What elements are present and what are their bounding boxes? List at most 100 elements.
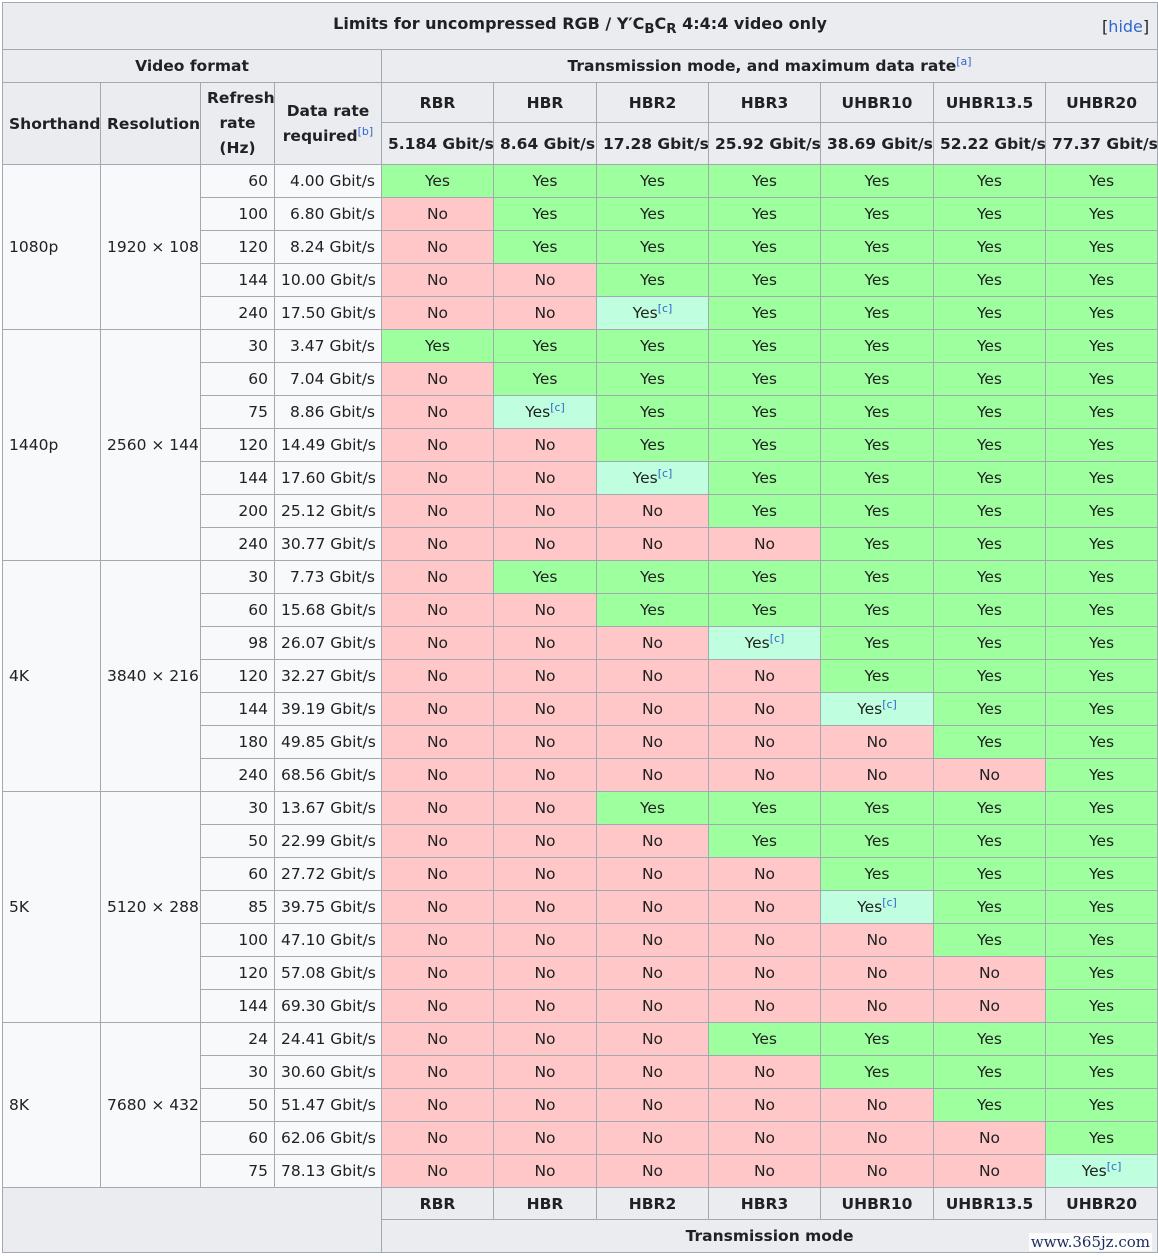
support-cell-no: No xyxy=(493,824,597,858)
footnote-c-link[interactable]: [c] xyxy=(1107,1160,1122,1173)
support-cell-no: No xyxy=(381,626,494,660)
support-cell-yes: Yes xyxy=(708,395,821,429)
data-rate-cell: 7.73 Gbit/s xyxy=(274,560,382,594)
format-resolution: 7680 × 4320 xyxy=(100,1022,201,1188)
support-cell-yes: Yes xyxy=(933,593,1046,627)
support-cell-no: No xyxy=(493,593,597,627)
header-transmission: Transmission mode, and maximum data rate… xyxy=(380,49,1158,83)
support-cell-yes: Yes xyxy=(933,329,1046,363)
footnote-a-link[interactable]: [a] xyxy=(956,55,971,68)
support-cell-yes: Yes xyxy=(708,296,821,330)
data-rate-cell: 51.47 Gbit/s xyxy=(274,1088,382,1122)
footnote-c-link[interactable]: [c] xyxy=(550,401,565,414)
support-cell-yes: Yes xyxy=(933,857,1046,891)
support-cell-yes: Yes xyxy=(708,329,821,363)
refresh-rate-cell: 240 xyxy=(200,527,275,561)
footer-mode-6: UHBR20 xyxy=(1044,1187,1158,1220)
refresh-rate-cell: 100 xyxy=(200,197,275,231)
support-cell-yes: Yes xyxy=(1044,197,1158,231)
support-cell-yes: Yes xyxy=(1044,989,1158,1023)
data-rate-cell: 26.07 Gbit/s xyxy=(274,626,382,660)
support-cell-no: No xyxy=(381,296,494,330)
support-cell-yes: Yes xyxy=(820,329,934,363)
support-cell-no: No xyxy=(493,857,597,891)
support-cell-yes: Yes xyxy=(1044,230,1158,264)
support-cell-no: No xyxy=(493,1154,597,1188)
footnote-c-link[interactable]: [c] xyxy=(770,632,785,645)
header-mode-rate-3: 25.92 Gbit/s xyxy=(708,122,821,165)
refresh-rate-cell: 24 xyxy=(200,1022,275,1056)
support-cell-no: No xyxy=(381,923,494,957)
hide-toggle[interactable]: [hide] xyxy=(1102,17,1149,36)
support-cell-no: No xyxy=(493,659,597,693)
support-cell-no: No xyxy=(708,956,821,990)
support-cell-no: No xyxy=(381,395,494,429)
support-cell-no: No xyxy=(381,362,494,396)
footnote-b-link[interactable]: [b] xyxy=(358,124,374,137)
support-cell-no: No xyxy=(493,692,597,726)
support-cell-yes: Yes xyxy=(1044,923,1158,957)
data-rate-cell: 78.13 Gbit/s xyxy=(274,1154,382,1188)
support-cell-no: No xyxy=(381,593,494,627)
support-cell-no: No xyxy=(493,791,597,825)
header-shorthand: Shorthand xyxy=(2,82,101,165)
support-cell-yes-note: Yes[c] xyxy=(1044,1154,1158,1188)
data-rate-cell: 4.00 Gbit/s xyxy=(274,164,382,198)
support-cell-yes: Yes xyxy=(708,593,821,627)
footnote-c-link[interactable]: [c] xyxy=(658,302,673,315)
support-cell-no: No xyxy=(933,758,1046,792)
refresh-rate-cell: 100 xyxy=(200,923,275,957)
support-cell-no: No xyxy=(381,890,494,924)
refresh-rate-cell: 50 xyxy=(200,1088,275,1122)
support-cell-yes: Yes xyxy=(708,230,821,264)
support-cell-yes: Yes xyxy=(820,230,934,264)
header-mode-6: UHBR20 xyxy=(1044,82,1158,123)
support-cell-yes: Yes xyxy=(933,560,1046,594)
support-cell-yes: Yes xyxy=(820,1022,934,1056)
support-cell-yes: Yes xyxy=(820,659,934,693)
format-resolution: 2560 × 1440 xyxy=(100,329,201,561)
support-cell-no: No xyxy=(381,1154,494,1188)
support-cell-yes-note: Yes[c] xyxy=(493,395,597,429)
support-cell-no: No xyxy=(493,989,597,1023)
support-cell-yes: Yes xyxy=(820,857,934,891)
hide-link[interactable]: hide xyxy=(1108,17,1143,36)
support-cell-no: No xyxy=(381,1088,494,1122)
refresh-rate-cell: 240 xyxy=(200,296,275,330)
header-mode-4: UHBR10 xyxy=(820,82,934,123)
data-rate-cell: 32.27 Gbit/s xyxy=(274,659,382,693)
support-cell-yes: Yes xyxy=(820,527,934,561)
footnote-c-link[interactable]: [c] xyxy=(882,698,897,711)
support-cell-yes: Yes xyxy=(596,329,709,363)
refresh-rate-cell: 144 xyxy=(200,989,275,1023)
support-cell-yes: Yes xyxy=(820,626,934,660)
support-cell-no: No xyxy=(820,923,934,957)
support-cell-yes: Yes xyxy=(1044,461,1158,495)
data-rate-cell: 69.30 Gbit/s xyxy=(274,989,382,1023)
support-cell-no: No xyxy=(381,659,494,693)
data-rate-cell: 13.67 Gbit/s xyxy=(274,791,382,825)
footnote-c-link[interactable]: [c] xyxy=(882,896,897,909)
support-cell-yes: Yes xyxy=(933,791,1046,825)
footnote-c-link[interactable]: [c] xyxy=(658,467,673,480)
support-cell-no: No xyxy=(381,692,494,726)
support-cell-yes: Yes xyxy=(1044,890,1158,924)
data-rate-cell: 17.50 Gbit/s xyxy=(274,296,382,330)
support-cell-yes: Yes xyxy=(933,626,1046,660)
support-cell-yes: Yes xyxy=(1044,362,1158,396)
header-resolution: Resolution xyxy=(100,82,201,165)
footer-mode-0: RBR xyxy=(381,1187,494,1220)
support-cell-no: No xyxy=(596,1121,709,1155)
support-cell-no: No xyxy=(493,428,597,462)
support-cell-yes: Yes xyxy=(596,395,709,429)
support-cell-no: No xyxy=(933,989,1046,1023)
support-cell-yes: Yes xyxy=(820,296,934,330)
support-cell-yes: Yes xyxy=(820,197,934,231)
support-cell-yes: Yes xyxy=(708,362,821,396)
support-cell-no: No xyxy=(596,626,709,660)
support-cell-yes: Yes xyxy=(1044,560,1158,594)
support-cell-no: No xyxy=(933,956,1046,990)
support-cell-yes: Yes xyxy=(820,164,934,198)
support-cell-yes: Yes xyxy=(1044,329,1158,363)
support-cell-no: No xyxy=(381,428,494,462)
